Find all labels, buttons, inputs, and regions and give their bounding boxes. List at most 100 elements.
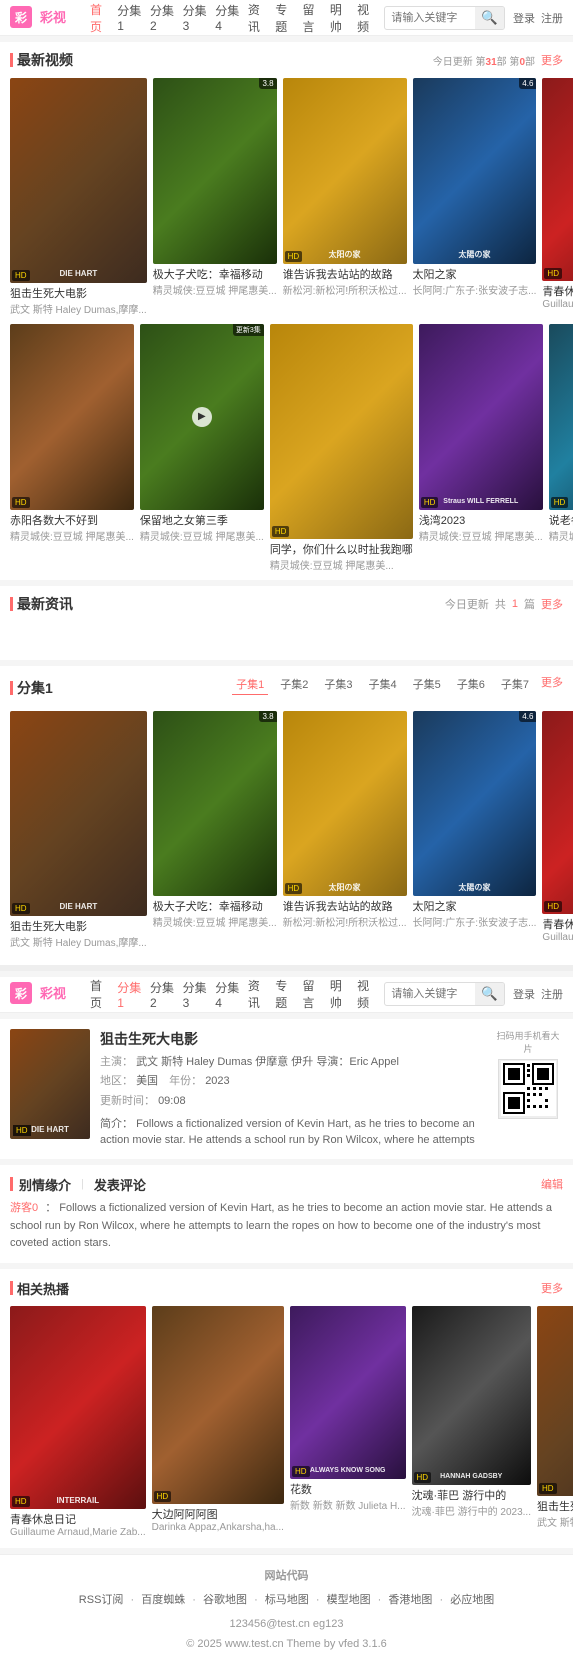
nav2-fen2[interactable]: 分集2	[150, 979, 175, 1010]
search-button[interactable]: 🔍	[475, 7, 504, 29]
cat-tab-6[interactable]: 子集7	[497, 674, 533, 695]
ep-badge-2: 3.8	[259, 78, 276, 89]
nav2-special[interactable]: 专题	[275, 977, 294, 1011]
footer-link-baidu[interactable]: 百度蜘蛛	[141, 1594, 185, 1606]
ep-badge-9: 更新3集	[233, 324, 264, 336]
latest-videos-more[interactable]: 更多	[541, 52, 563, 68]
nav-fen3[interactable]: 分集3	[183, 2, 208, 33]
movie-card-11[interactable]: HD Straus WILL FERRELL 浅湾2023 精灵城侠:豆豆城 押…	[419, 324, 543, 572]
related-more[interactable]: 更多	[541, 1280, 563, 1296]
comment-edit-btn[interactable]: 编辑	[541, 1176, 563, 1192]
nav2-fen4[interactable]: 分集4	[215, 979, 240, 1010]
cat-tab-4[interactable]: 子集5	[409, 674, 445, 695]
cat-tab-3[interactable]: 子集4	[365, 674, 401, 695]
movie-poster-5: HD INTERRAIL	[542, 78, 573, 281]
nav2-actor[interactable]: 明帅	[330, 977, 349, 1011]
footer-link-bing[interactable]: 必应地图	[450, 1594, 494, 1606]
detail-poster: HD DIE HART	[10, 1029, 90, 1139]
footer: 网站代码 RSS订阅 · 百度蜘蛛 · 谷歌地图 · 标马地图 · 模型地图 ·…	[0, 1554, 573, 1666]
movie-poster-4: 4.6 太陽の家	[413, 78, 537, 264]
nav-home[interactable]: 首页	[90, 1, 109, 35]
related-movie-4[interactable]: HD HANNAH GADSBY 沈魂·菲巴 游行中的 沈魂·菲巴 游行中的 2…	[412, 1306, 531, 1538]
svg-text:彩: 彩	[14, 10, 27, 25]
nav-special[interactable]: 专题	[275, 1, 294, 35]
related-movie-5[interactable]: HD DIE HART 狙击生死大电影 武文 斯特 Haley Dumas 摩.…	[537, 1306, 573, 1538]
movie-card-2[interactable]: 3.8 极大子犬吃：幸福移动 精灵城侠:豆豆城 押尾惠美...	[153, 78, 277, 316]
cat-tab-2[interactable]: 子集3	[320, 674, 356, 695]
movie-card-12[interactable]: HD INFAMIA 说老各不各自喜欢 精灵城侠:豆豆城 押尾惠美...	[549, 324, 573, 572]
search-input-2[interactable]	[385, 985, 475, 1003]
login-link[interactable]: 登录	[513, 10, 535, 26]
footer-link-biao[interactable]: 标马地图	[265, 1594, 309, 1606]
nav2-message[interactable]: 留言	[303, 977, 322, 1011]
cat-movie-4[interactable]: 4.6 太陽の家 太阳之家 长阿阿:广东子:张安波子志...	[413, 711, 537, 949]
cat-movie-2[interactable]: 3.8 极大子犬吃：幸福移动 精灵城侠:豆豆城 押尾惠美...	[153, 711, 277, 949]
related-red-bar	[10, 1281, 13, 1295]
today-info: 今日更新 第31部 第0部	[433, 53, 535, 68]
related-movie-3[interactable]: HD ALWAYS KNOW SONG 花数 新数 新数 新数 Julieta …	[290, 1306, 406, 1538]
movie-card-9[interactable]: 更新3集 ▶ 保留地之女第三季 精灵城侠:豆豆城 押尾惠美...	[140, 324, 264, 572]
latest-videos-section: 最新视频 今日更新 第31部 第0部 更多 HD DIE HART 狙击生死大电…	[0, 42, 573, 580]
logo2[interactable]: 彩 彩视	[10, 982, 80, 1006]
nav2-home[interactable]: 首页	[90, 977, 109, 1011]
cat-movie-3[interactable]: HD 太阳の家 谁告诉我去站站的故路 新松河:新松河!所积沃松过...	[283, 711, 407, 949]
cat-poster-3: HD 太阳の家	[283, 711, 407, 897]
movie-sub-1: 武文 斯特 Haley Dumas,摩摩...	[10, 301, 147, 316]
footer-link-rss[interactable]: RSS订阅	[79, 1594, 124, 1606]
movie-card-8[interactable]: HD 赤阳各数大不好到 精灵城侠:豆豆城 押尾惠美...	[10, 324, 134, 572]
cat-movie-5[interactable]: HD INTERRAIL 青春休息日记 Guillaume Arnaud,Mar…	[542, 711, 573, 949]
news-count2: 1	[512, 598, 518, 610]
cat-title-4: 太阳之家	[413, 898, 537, 914]
nav2-fen1[interactable]: 分集1	[117, 979, 142, 1010]
nav-fen4[interactable]: 分集4	[215, 2, 240, 33]
register-link[interactable]: 注册	[541, 10, 563, 26]
movie-card-10[interactable]: HD 同学，你们什么以时扯我跑哪 精灵城侠:豆豆城 押尾惠美...	[270, 324, 413, 572]
related-movie-2[interactable]: HD 大边阿阿阿图 Darinka Appaz,Ankarsha,ha...	[152, 1306, 284, 1538]
related-sub-3: 新数 新数 新数 Julieta H...	[290, 1497, 406, 1512]
footer-links: RSS订阅 · 百度蜘蛛 · 谷歌地图 · 标马地图 · 模型地图 · 香港地图…	[10, 1591, 563, 1611]
related-title: 相关热播	[17, 1279, 69, 1298]
nav2-news[interactable]: 资讯	[248, 977, 267, 1011]
footer-link-google[interactable]: 谷歌地图	[203, 1594, 247, 1606]
register-link-2[interactable]: 注册	[541, 986, 563, 1002]
play-btn-9[interactable]: ▶	[192, 407, 212, 427]
related-title-2: 大边阿阿阿图	[152, 1506, 284, 1522]
movie-card-4[interactable]: 4.6 太陽の家 太阳之家 长阿阿:广东子:张安波子志...	[413, 78, 537, 316]
svg-text:彩视: 彩视	[39, 986, 66, 1001]
news-meta: 今日更新 共 1 篇 更多	[445, 596, 563, 612]
nav-news[interactable]: 资讯	[248, 1, 267, 35]
footer-link-model[interactable]: 模型地图	[327, 1594, 371, 1606]
nav-actor[interactable]: 明帅	[330, 1, 349, 35]
cat-more[interactable]: 更多	[541, 674, 563, 695]
starring-value: 武文 斯特 Haley Dumas 伊摩意 伊升 导演：Eric Appel	[136, 1056, 399, 1068]
movie-card-3[interactable]: HD 太阳の家 谁告诉我去站站的故路 新松河:新松河!所积沃松过...	[283, 78, 407, 316]
nav-fen1[interactable]: 分集1	[117, 2, 142, 33]
section-header-news: 最新资讯 今日更新 共 1 篇 更多	[10, 594, 563, 614]
search-button-2[interactable]: 🔍	[475, 983, 504, 1005]
cat-tab-0[interactable]: 子集1	[232, 674, 268, 695]
nav-fen2[interactable]: 分集2	[150, 2, 175, 33]
detail-region: 地区： 美国 年份： 2023	[100, 1072, 483, 1092]
movie-card-1[interactable]: HD DIE HART 狙击生死大电影 武文 斯特 Haley Dumas,摩摩…	[10, 78, 147, 316]
footer-link-hk[interactable]: 香港地图	[388, 1594, 432, 1606]
news-more[interactable]: 更多	[541, 596, 563, 612]
header-right: 登录 注册	[513, 10, 563, 26]
comment-title-area: 别情缘介 | 发表评论	[10, 1175, 146, 1194]
cat-movie-1[interactable]: HD DIE HART 狙击生死大电影 武文 斯特 Haley Dumas,摩摩…	[10, 711, 147, 949]
movie-title-9: 保留地之女第三季	[140, 512, 264, 528]
nav-video[interactable]: 视频	[357, 1, 376, 35]
movie-card-5[interactable]: HD INTERRAIL 青春休息日记 Guillaume Arnaud,Mar…	[542, 78, 573, 316]
logo[interactable]: 彩 彩视	[10, 6, 80, 30]
related-sub-5: 武文 斯特 Haley Dumas 摩...	[537, 1514, 573, 1529]
related-movie-1[interactable]: HD INTERRAIL 青春休息日记 Guillaume Arnaud,Mar…	[10, 1306, 146, 1538]
login-link-2[interactable]: 登录	[513, 986, 535, 1002]
search-input[interactable]	[385, 9, 475, 27]
detail-starring: 主演： 武文 斯特 Haley Dumas 伊摩意 伊升 导演：Eric App…	[100, 1053, 483, 1073]
section-title-line: 最新视频	[10, 50, 73, 70]
nav2-video[interactable]: 视频	[357, 977, 376, 1011]
cat-tab-1[interactable]: 子集2	[276, 674, 312, 695]
nav-message[interactable]: 留言	[303, 1, 322, 35]
cat-tab-5[interactable]: 子集6	[453, 674, 489, 695]
cat-sub-3: 新松河:新松河!所积沃松过...	[283, 914, 407, 929]
nav2-fen3[interactable]: 分集3	[183, 979, 208, 1010]
